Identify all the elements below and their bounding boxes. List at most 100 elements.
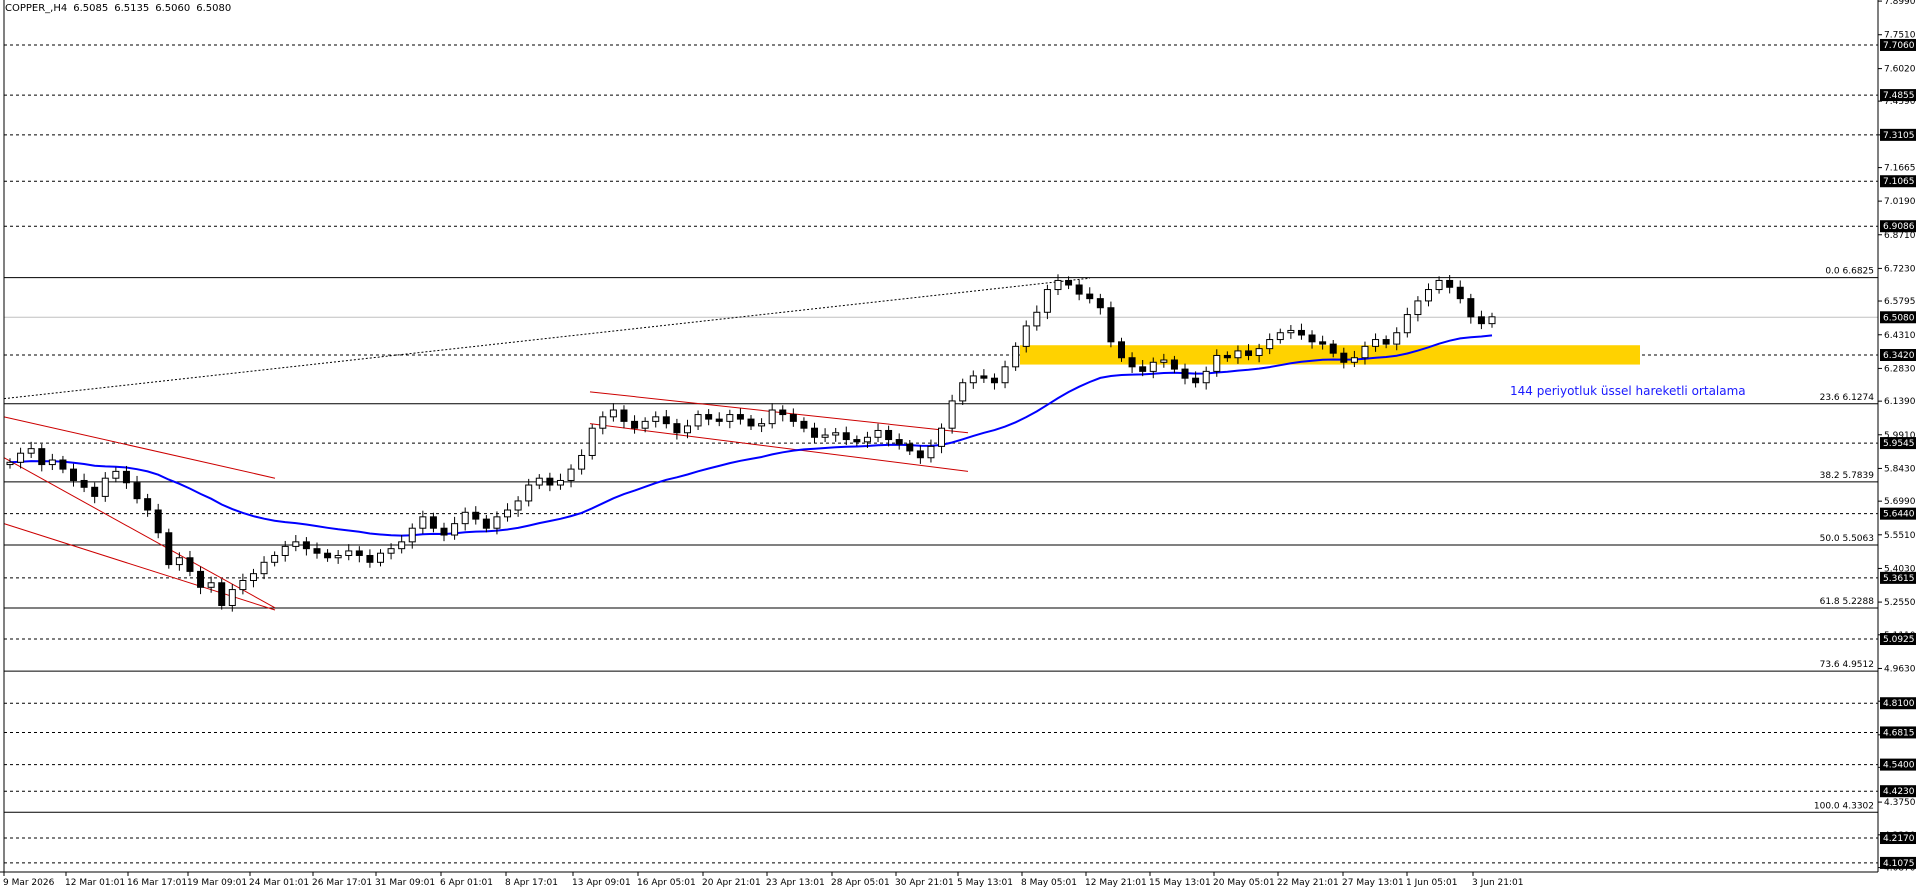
candle-body — [27, 448, 35, 454]
candle-body — [726, 414, 734, 422]
candle-body — [758, 423, 766, 427]
candle-body — [599, 416, 607, 429]
open-value: 6.5085 — [73, 3, 109, 14]
candle-body — [1424, 289, 1432, 302]
time-tick-label: 19 Mar 09:01 — [187, 878, 247, 888]
candle-body — [1382, 339, 1390, 345]
candle-body — [609, 409, 617, 418]
time-tick-label: 28 Apr 05:01 — [831, 878, 890, 888]
candle-body — [715, 418, 723, 422]
level-badge-label: 6.5080 — [1883, 313, 1915, 323]
candle-body — [440, 527, 448, 536]
candle-body — [482, 518, 490, 529]
candle-body — [334, 554, 342, 559]
price-tick-label: 5.6990 — [1884, 497, 1916, 507]
time-tick-label: 8 May 05:01 — [1021, 878, 1077, 888]
candle-body — [324, 552, 332, 559]
symbol-label: COPPER_,H4 — [5, 3, 68, 14]
candle-body — [1350, 357, 1358, 363]
candle-body — [1202, 370, 1210, 384]
fib-label: 0.0 6.6825 — [1825, 267, 1874, 277]
candle-body — [673, 423, 681, 434]
candle-body — [1181, 368, 1189, 379]
time-tick-label: 12 May 21:01 — [1085, 878, 1147, 888]
candle-body — [641, 420, 649, 429]
candle-body — [779, 409, 787, 416]
level-badge-label: 5.6440 — [1883, 510, 1915, 520]
time-tick-label: 20 Apr 21:01 — [702, 878, 761, 888]
candle-body — [281, 545, 289, 556]
candle-body — [578, 454, 586, 470]
candle-body — [292, 541, 300, 547]
level-badge-label: 7.3105 — [1883, 131, 1915, 141]
candle-body — [1319, 341, 1327, 345]
candle-body — [1329, 343, 1337, 354]
price-tick-label: 5.5510 — [1884, 531, 1916, 541]
candle-body — [122, 470, 130, 484]
candle-body — [1213, 354, 1221, 372]
level-badge-label: 5.9545 — [1883, 439, 1915, 449]
candle-body — [1012, 345, 1020, 368]
candle-body — [80, 479, 88, 488]
candle-body — [197, 570, 205, 588]
candle-body — [504, 509, 512, 518]
candle-body — [853, 439, 861, 443]
time-tick-label: 30 Apr 21:01 — [895, 878, 954, 888]
time-tick-label: 12 Mar 01:01 — [65, 878, 125, 888]
candle-body — [239, 579, 247, 591]
level-badge-label: 4.4230 — [1883, 787, 1915, 797]
candle-body — [800, 420, 808, 429]
candle-body — [1075, 284, 1083, 295]
candle-body — [747, 418, 755, 427]
candle-body — [1340, 352, 1348, 363]
candle-body — [927, 445, 935, 459]
candle-body — [1043, 289, 1051, 313]
candle-body — [154, 509, 162, 534]
candle-body — [811, 427, 819, 438]
candle-body — [218, 582, 226, 606]
candle-body — [832, 432, 840, 436]
ema-layer — [9, 334, 1493, 537]
candle-body — [1022, 325, 1030, 347]
trend-line-dotted — [3, 277, 1091, 400]
candle-body — [1488, 316, 1496, 325]
price-tick-label: 7.6020 — [1884, 65, 1916, 75]
candle-body — [969, 375, 977, 384]
symbol-header: COPPER_,H4 6.5085 6.5135 6.5060 6.5080 — [5, 3, 237, 14]
price-tick-label: 6.8710 — [1884, 231, 1916, 241]
price-tick-label: 5.2550 — [1884, 598, 1916, 608]
candle-body — [1393, 332, 1401, 345]
candle-body — [1170, 359, 1178, 370]
candle-body — [165, 532, 173, 566]
fib-label: 38.2 5.7839 — [1820, 471, 1875, 481]
candle-body — [1160, 359, 1168, 363]
level-badge-label: 4.8100 — [1883, 699, 1915, 709]
candle-body — [48, 459, 56, 466]
candle-body — [1118, 341, 1125, 359]
candle-body — [567, 468, 575, 481]
candle-body — [1139, 366, 1147, 372]
candle-body — [842, 432, 850, 441]
candle-body — [1456, 286, 1464, 300]
candle-body — [1245, 350, 1253, 356]
candle-body — [472, 511, 480, 520]
candle-body — [631, 420, 639, 429]
candle-body — [366, 554, 374, 563]
candle-body — [313, 548, 321, 554]
level-badge-label: 4.6815 — [1883, 728, 1915, 738]
candle-body — [133, 482, 141, 500]
candle-body — [1033, 311, 1041, 327]
candle-body — [874, 429, 882, 438]
candle-body — [1086, 293, 1094, 300]
candle-body — [271, 554, 279, 563]
candle-body — [260, 561, 268, 575]
candle-body — [451, 523, 459, 536]
fib-label: 61.8 5.2288 — [1820, 597, 1875, 607]
candle-body — [1477, 316, 1485, 325]
price-chart: 0.0 6.6825 23.6 6.1274 38.2 5.7839 50.0 5.5… — [0, 0, 1916, 888]
candle-body — [1361, 345, 1369, 359]
time-axis: 9 Mar 2026 12 Mar 01:01 16 Mar 17:01 19 Mar… — [0, 871, 1878, 888]
candle-body — [1276, 332, 1284, 341]
candle-body — [1446, 279, 1454, 288]
time-tick-label: 1 Jun 05:01 — [1406, 878, 1457, 888]
